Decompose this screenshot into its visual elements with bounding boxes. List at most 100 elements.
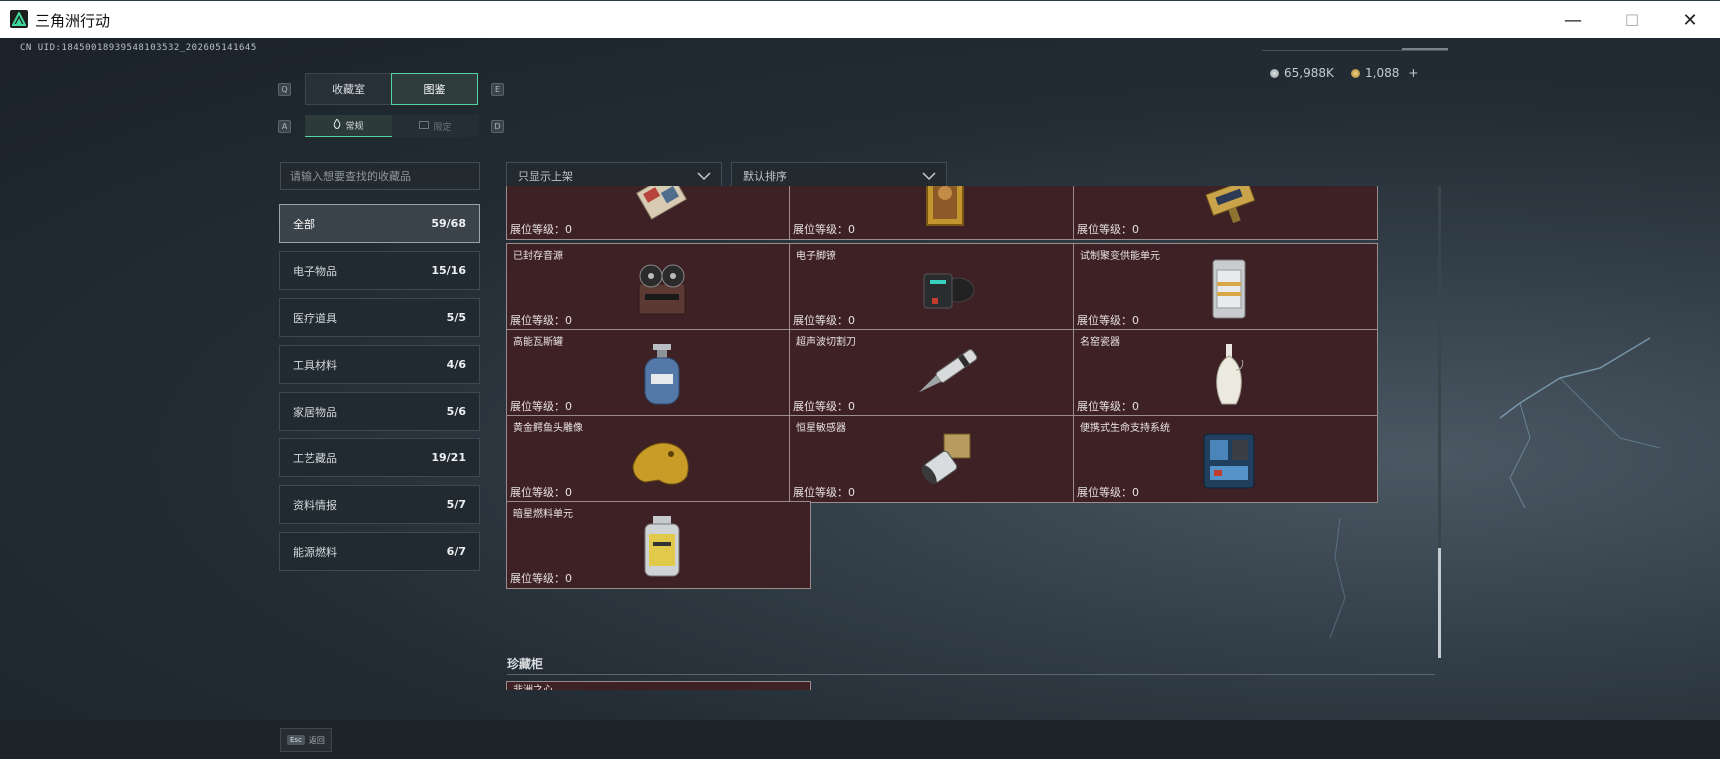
item-level: 展位等级：0 — [793, 314, 855, 327]
category-label: 工具材料 — [293, 358, 337, 372]
item-card[interactable]: 超声波切割刀 展位等级：0 — [789, 329, 1094, 417]
category-count: 19/21 — [431, 451, 466, 464]
porcelain-vase-icon — [1194, 340, 1264, 408]
category-label: 全部 — [293, 217, 315, 231]
reel-tape-recorder-icon — [627, 254, 697, 322]
item-level: 展位等级：0 — [510, 223, 572, 236]
category-count: 5/6 — [446, 405, 466, 418]
category-label: 家居物品 — [293, 405, 337, 419]
category-all[interactable]: 全部 59/68 — [279, 204, 480, 243]
top-divider-accent — [1402, 48, 1448, 50]
category-household[interactable]: 家居物品 5/6 — [279, 392, 480, 431]
tab-collection-room[interactable]: 收藏室 — [305, 73, 392, 105]
category-label: 医疗道具 — [293, 311, 337, 325]
back-button[interactable]: Esc 返回 — [280, 728, 332, 752]
item-card[interactable]: 展位等级：0 — [506, 186, 811, 240]
item-card[interactable]: 名窑瓷器 展位等级：0 — [1073, 329, 1378, 417]
item-name: 电子脚镣 — [796, 251, 836, 262]
item-card[interactable]: 黄金鳄鱼头雕像 展位等级：0 — [506, 415, 811, 503]
life-support-system-icon — [1194, 426, 1264, 494]
item-card[interactable]: 暗星燃料单元 展位等级：0 — [506, 501, 811, 589]
category-count: 5/5 — [446, 311, 466, 324]
gold-frame-painting-icon — [910, 186, 980, 231]
item-card[interactable]: 展位等级：0 — [1073, 186, 1378, 240]
category-tools[interactable]: 工具材料 4/6 — [279, 345, 480, 384]
chevron-down-icon — [922, 170, 936, 185]
item-level: 展位等级：0 — [1077, 486, 1139, 499]
category-intel[interactable]: 资料情报 5/7 — [279, 485, 480, 524]
silver-amount: 65,988K — [1284, 66, 1334, 80]
back-label: 返回 — [308, 735, 325, 745]
item-level: 展位等级：0 — [793, 223, 855, 236]
window-titlebar: 三角洲行动 — ☐ ✕ — [0, 0, 1720, 38]
item-name: 已封存音源 — [513, 251, 563, 262]
category-count: 59/68 — [431, 217, 466, 230]
search-input[interactable] — [280, 162, 480, 190]
item-card[interactable]: 已封存音源 展位等级：0 — [506, 243, 811, 331]
fusion-power-unit-icon — [1194, 254, 1264, 322]
map-scroll-icon — [627, 186, 697, 231]
tab-codex[interactable]: 图鉴 — [391, 73, 478, 105]
item-card[interactable]: 高能瓦斯罐 展位等级：0 — [506, 329, 811, 417]
bottom-bar: Esc 返回 — [0, 720, 1720, 759]
category-crafts[interactable]: 工艺藏品 19/21 — [279, 438, 480, 477]
gold-crocodile-statue-icon — [627, 426, 697, 494]
maximize-button[interactable]: ☐ — [1602, 1, 1662, 39]
shelf-filter-value: 只显示上架 — [518, 170, 573, 183]
ultrasonic-cutter-icon — [910, 340, 980, 408]
subtab-limited-label: 限定 — [433, 122, 452, 133]
item-level: 展位等级：0 — [510, 314, 572, 327]
item-name: 黄金鳄鱼头雕像 — [513, 423, 583, 434]
category-count: 4/6 — [446, 358, 466, 371]
key-hint-a: A — [278, 120, 291, 133]
item-name: 便携式生命支持系统 — [1080, 423, 1170, 434]
star-sensor-icon — [910, 426, 980, 494]
category-label: 电子物品 — [293, 264, 337, 278]
category-count: 6/7 — [446, 545, 466, 558]
item-card[interactable]: 恒星敏感器 展位等级：0 — [789, 415, 1094, 503]
item-card[interactable]: 试制聚变供能单元 展位等级：0 — [1073, 243, 1378, 331]
item-level: 展位等级：0 — [1077, 400, 1139, 413]
item-name: 超声波切割刀 — [796, 337, 856, 348]
item-level: 展位等级：0 — [510, 486, 572, 499]
subtab-limited[interactable]: 限定 — [392, 115, 479, 137]
add-currency-button[interactable]: + — [1408, 66, 1418, 80]
item-card[interactable]: 展位等级：0 — [789, 186, 1094, 240]
item-name: 名窑瓷器 — [1080, 337, 1120, 348]
item-level: 展位等级：0 — [510, 400, 572, 413]
gold-device-icon — [1194, 186, 1264, 231]
key-hint-d: D — [491, 120, 504, 133]
key-hint-e: E — [491, 83, 504, 96]
category-label: 工艺藏品 — [293, 451, 337, 465]
uid-label: CN UID:18450018939548103532_202605141645 — [20, 43, 257, 53]
game-view: CN UID:18450018939548103532_202605141645… — [0, 38, 1720, 759]
gas-canister-icon — [627, 340, 697, 408]
electronic-ankle-monitor-icon — [910, 254, 980, 322]
subtab-regular[interactable]: 常规 — [305, 115, 392, 137]
section-title: 珍藏柜 — [507, 657, 544, 671]
category-energy[interactable]: 能源燃料 6/7 — [279, 532, 480, 571]
category-electronics[interactable]: 电子物品 15/16 — [279, 251, 480, 290]
fuel-cell-icon — [627, 512, 697, 580]
close-button[interactable]: ✕ — [1660, 1, 1720, 39]
maximize-icon: ☐ — [1624, 10, 1640, 30]
category-label: 能源燃料 — [293, 545, 337, 559]
category-medical[interactable]: 医疗道具 5/5 — [279, 298, 480, 337]
item-card[interactable]: 非洲之心 — [506, 681, 811, 690]
item-name: 试制聚变供能单元 — [1080, 251, 1160, 262]
gold-currency: 1,088 + — [1351, 66, 1418, 80]
item-card[interactable]: 电子脚镣 展位等级：0 — [789, 243, 1094, 331]
sort-value: 默认排序 — [743, 170, 787, 183]
minimize-button[interactable]: — — [1543, 1, 1603, 39]
item-level: 展位等级：0 — [1077, 314, 1139, 327]
item-grid: 展位等级：0 展位等级：0 展位等级：0 已封存音源 展位等级：0 电子脚镣 展… — [505, 186, 1435, 656]
item-card[interactable]: 便携式生命支持系统 展位等级：0 — [1073, 415, 1378, 503]
flame-icon — [333, 118, 341, 132]
close-icon: ✕ — [1682, 9, 1698, 31]
scrollbar-thumb[interactable] — [1438, 548, 1441, 658]
item-name: 高能瓦斯罐 — [513, 337, 563, 348]
gold-coin-icon — [1351, 68, 1360, 78]
app-logo-icon — [10, 10, 28, 28]
item-level: 展位等级：0 — [793, 486, 855, 499]
item-level: 展位等级：0 — [510, 572, 572, 585]
